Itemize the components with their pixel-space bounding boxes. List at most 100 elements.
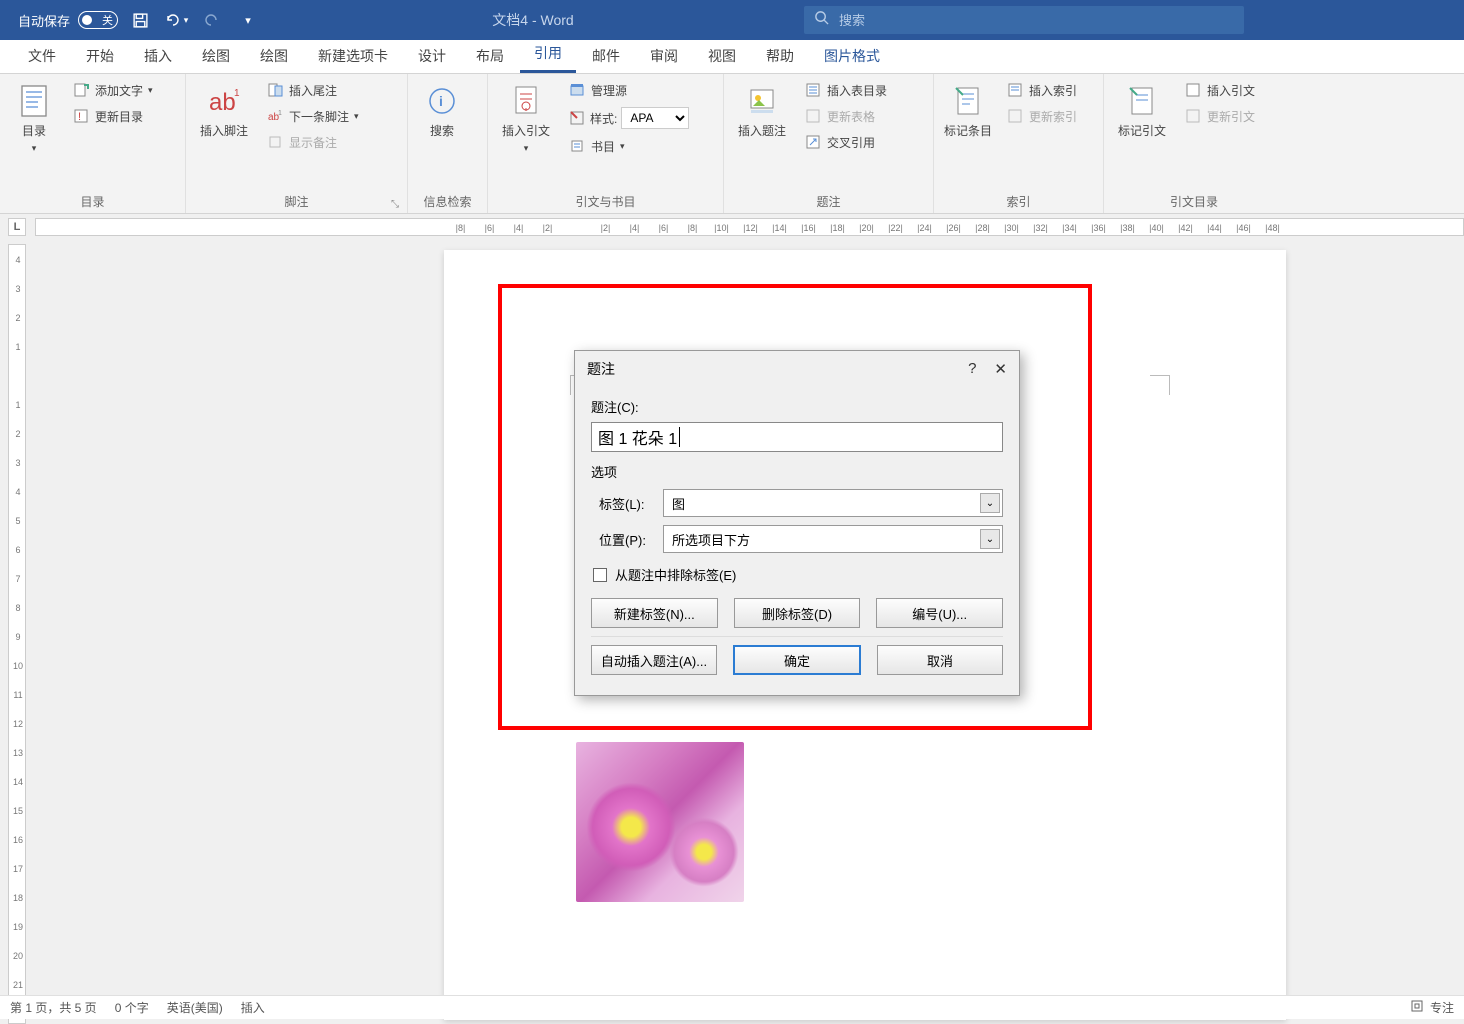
search-box[interactable] [804,6,1244,34]
numbering-button[interactable]: 编号(U)... [876,598,1003,628]
cross-reference-button[interactable]: 交叉引用 [798,130,893,154]
insert-citation-button[interactable]: 插入引文 ▾ [494,78,558,154]
new-label-button[interactable]: 新建标签(N)... [591,598,718,628]
ribbon-tabs: 文件 开始 插入 绘图 绘图 新建选项卡 设计 布局 引用 邮件 审阅 视图 帮… [0,40,1464,74]
flower-image[interactable] [576,742,744,902]
caption-input-value: 图 1 花朵 1 [598,425,677,449]
insert-footnote-button[interactable]: ab1 插入脚注 [192,78,256,139]
mark-entry-label: 标记条目 [944,122,992,139]
dialog-close-icon[interactable]: ✕ [994,360,1007,378]
auto-save-state: 关 [102,12,113,28]
svg-text:ab: ab [209,89,236,116]
dialog-help-icon[interactable]: ? [968,360,976,378]
toc-button[interactable]: 目录 ▾ [6,78,62,154]
search-input[interactable] [839,13,1234,28]
tab-home[interactable]: 开始 [72,39,128,73]
insert-caption-label: 插入题注 [738,122,786,139]
insert-endnote-button[interactable]: 插入尾注 [260,78,365,102]
svg-text:!: ! [78,111,81,123]
mark-citation-button[interactable]: 标记引文 [1110,78,1174,139]
delete-label-button[interactable]: 删除标签(D) [734,598,861,628]
focus-mode-icon[interactable] [1410,999,1424,1016]
tab-draw1[interactable]: 绘图 [188,39,244,73]
add-text-button[interactable]: 添加文字 ▾ [66,78,159,102]
tab-layout[interactable]: 布局 [462,39,518,73]
undo-icon[interactable]: ▾ [162,6,190,34]
citation-group-label: 引文与书目 [494,190,717,213]
save-icon[interactable] [126,6,154,34]
tab-references[interactable]: 引用 [520,36,576,73]
vertical-ruler[interactable]: 4321123456789101112131415161718192021222… [8,244,26,1024]
status-language[interactable]: 英语(美国) [167,999,223,1016]
caption-field-label: 题注(C): [591,397,1003,416]
mark-entry-button[interactable]: 标记条目 [940,78,996,139]
tab-new[interactable]: 新建选项卡 [304,39,402,73]
chevron-down-icon: ⌄ [980,529,1000,549]
insert-authorities-button[interactable]: 插入引文 [1178,78,1261,102]
show-notes-button[interactable]: 显示备注 [260,130,365,154]
research-button[interactable]: i 搜索 [414,78,470,139]
mark-entry-icon [951,84,985,118]
ok-btn-text: 确定 [784,651,810,670]
ruler-corner: L [8,218,26,236]
insert-caption-button[interactable]: 插入题注 [730,78,794,139]
tab-file[interactable]: 文件 [14,39,70,73]
footnote-launcher-icon[interactable]: ⤡ [391,199,399,210]
next-footnote-icon: ab1 [266,107,284,125]
insert-index-icon [1006,81,1024,99]
insert-auth-icon [1184,81,1202,99]
redo-icon[interactable] [198,6,226,34]
tab-design[interactable]: 设计 [404,39,460,73]
tab-picture-format[interactable]: 图片格式 [810,39,894,73]
update-table-button[interactable]: 更新表格 [798,104,893,128]
qat-customize-icon[interactable]: ▾ [234,6,262,34]
svg-text:1: 1 [278,110,282,117]
update-auth-icon [1184,107,1202,125]
ok-button[interactable]: 确定 [733,645,861,675]
update-index-label: 更新索引 [1029,108,1077,125]
bibliography-button[interactable]: 书目 ▾ [562,134,695,158]
tab-review[interactable]: 审阅 [636,39,692,73]
manage-sources-button[interactable]: 管理源 [562,78,695,102]
label-select[interactable]: 图⌄ [663,489,1003,517]
horizontal-ruler[interactable]: |8||6||4||2||2||4||6||8||10||12||14||16|… [35,218,1464,236]
update-authorities-button[interactable]: 更新引文 [1178,104,1261,128]
status-focus[interactable]: 专注 [1430,999,1454,1016]
insert-table-figures-button[interactable]: 插入表目录 [798,78,893,102]
exclude-label-checkbox[interactable] [593,568,607,582]
label-select-value: 图 [672,494,685,513]
table-figures-icon [804,81,822,99]
tab-view[interactable]: 视图 [694,39,750,73]
caption-input[interactable]: 图 1 花朵 1 [591,422,1003,452]
auto-save-toggle[interactable]: 关 [78,11,118,29]
tab-help[interactable]: 帮助 [752,39,808,73]
cancel-button[interactable]: 取消 [877,645,1003,675]
options-section-label: 选项 [591,462,1003,481]
endnote-icon [266,81,284,99]
index-group-label: 索引 [940,190,1097,213]
position-field-label: 位置(P): [591,530,653,549]
position-select[interactable]: 所选项目下方⌄ [663,525,1003,553]
style-select[interactable]: APA [621,107,689,129]
auto-caption-button[interactable]: 自动插入题注(A)... [591,645,717,675]
research-label: 搜索 [430,122,454,139]
cancel-btn-text: 取消 [927,651,953,670]
tab-draw2[interactable]: 绘图 [246,39,302,73]
update-toc-button[interactable]: !更新目录 [66,104,159,128]
mark-citation-label: 标记引文 [1118,122,1166,139]
status-mode[interactable]: 插入 [241,999,265,1016]
insert-index-button[interactable]: 插入索引 [1000,78,1083,102]
update-index-button[interactable]: 更新索引 [1000,104,1083,128]
style-label: 样式: [590,110,617,127]
title-bar: 自动保存 关 ▾ ▾ 文档4 - Word [0,0,1464,40]
research-group-label: 信息检索 [414,190,481,213]
delete-label-btn-text: 删除标签(D) [762,604,832,623]
tab-insert[interactable]: 插入 [130,39,186,73]
status-words[interactable]: 0 个字 [115,999,149,1016]
next-footnote-button[interactable]: ab1下一条脚注 ▾ [260,104,365,128]
tab-mailings[interactable]: 邮件 [578,39,634,73]
dialog-title: 题注 [587,359,615,379]
status-page[interactable]: 第 1 页，共 5 页 [10,999,97,1016]
toc-group-label: 目录 [6,190,179,213]
manage-sources-label: 管理源 [591,82,627,99]
